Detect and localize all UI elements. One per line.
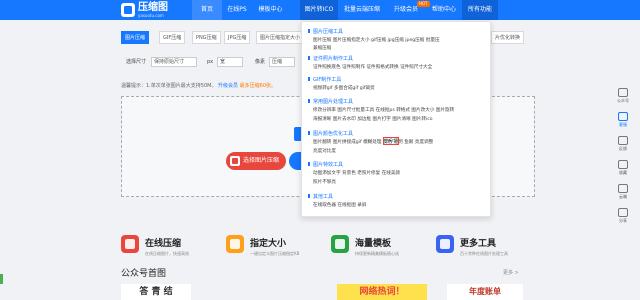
feature-title: 指定大小	[250, 239, 287, 249]
sidebar-label: 反馈	[619, 146, 627, 151]
group-title: 常用图片处理工具	[307, 99, 354, 105]
feature-target-size[interactable]: 指定大小 一键自定义图片压缩指定KB	[226, 227, 326, 265]
site-logo[interactable]: 压缩图 yasuotu.com	[121, 2, 183, 18]
feature-desc: 百十余种在线图片处理工具	[460, 251, 508, 256]
qrcode-icon	[618, 88, 628, 97]
notice-text: 温馨提示：1.单次单张图片最大支持50M。	[121, 83, 217, 89]
select-image-button[interactable]: 选择图片压缩	[226, 152, 286, 170]
feature-title: 海量模板	[355, 239, 392, 249]
headset-icon	[618, 112, 628, 121]
logo-domain: yasuotu.com	[138, 13, 164, 18]
sidebar-share[interactable]: 分享	[613, 208, 633, 224]
notice-tail: 最多压缩60张。	[239, 83, 277, 89]
vip-link[interactable]: 升级会员	[218, 83, 238, 89]
group-title: 证件照片制作工具	[307, 56, 354, 62]
thumb-2[interactable]: 网络热词！	[337, 284, 427, 300]
group-links[interactable]: 图片翻转 图片拼接成gif 模糊处理 反色 透明 鱼眼 亮度调整	[313, 139, 433, 145]
group-title: 图片压缩工具	[307, 29, 344, 35]
group-links[interactable]: 动图添加文字 背景色 老照片修复 在线美颜	[313, 170, 400, 176]
share-icon	[618, 208, 628, 217]
select-image-label: 选择图片压缩	[243, 157, 280, 164]
feature-desc: 一键自定义图片压缩指定KB	[250, 251, 300, 256]
highlighted-tool-link[interactable]: 拍分切	[383, 137, 399, 145]
group-links[interactable]: 兼缩压缩	[313, 45, 331, 51]
group-links[interactable]: 证件照换底色 证件照制作 证件照格式转换 证件照尺寸大全	[313, 64, 432, 70]
feature-desc: 持续更新精美模板随心选	[355, 251, 399, 256]
all-features-dropdown: 图片压缩工具 图片压缩 图片压缩指定大小 gif压缩 jpg压缩 jpeg压缩 …	[301, 21, 491, 217]
thumb-1[interactable]: 答 青 结	[121, 284, 191, 300]
feature-row: 在线压缩 在线压缩图片，快速高效 指定大小 一键自定义图片压缩指定KB 海量模板…	[0, 227, 640, 265]
group-links[interactable]: 视频转gif 多图合成gif gif裁剪	[313, 85, 375, 91]
logo-title: 压缩图	[138, 2, 168, 13]
template-icon	[331, 235, 349, 253]
group-title: 其他工具	[307, 194, 334, 200]
logo-icon	[121, 3, 135, 17]
sidebar-feedback[interactable]: 反馈	[613, 136, 633, 152]
group-links[interactable]: 海报清晰 图片去水印 加边框 图片打字 图片清晰 图片转ico	[313, 116, 433, 122]
compress-icon	[121, 235, 139, 253]
scrollbar-marker[interactable]	[0, 274, 3, 284]
section-title: 公众号首图	[121, 269, 167, 279]
group-links[interactable]: 在线取色器 在线抠图 录屏	[313, 202, 366, 208]
group-title: 图片颜色优化工具	[307, 131, 354, 137]
top-nav: 压缩图 yasuotu.com 首页 在线PS 模板中心 图片转ICO 批量云端…	[0, 0, 640, 20]
image-icon	[230, 156, 240, 166]
group-title: 图片特效工具	[307, 162, 344, 168]
cloud-icon	[618, 184, 628, 193]
group-links[interactable]: 图片压缩 图片压缩指定大小 gif压缩 jpg压缩 jpeg压缩 批量压	[313, 37, 440, 43]
feature-desc: 在线压缩图片，快速高效	[145, 251, 189, 256]
target-label: 选择尺寸	[126, 59, 147, 65]
thumb-3[interactable]: 年度账单	[447, 284, 523, 300]
group-title: GIF制作工具	[307, 77, 342, 83]
nav-all-features[interactable]: 所有功能	[462, 0, 498, 20]
sidebar-favorite[interactable]: 收藏	[613, 160, 633, 176]
group-links[interactable]: 照片不够亮	[313, 179, 336, 185]
nav-image-to-ico[interactable]: 图片转ICO	[300, 0, 338, 20]
group-links[interactable]: 修改分辨率 图片尺寸批量工具 在线抠ps 转格式 图片改大小 图片旋转	[313, 107, 454, 113]
sidebar-label: 分享	[619, 218, 627, 223]
tab-jpg-compress[interactable]: JPG压缩	[224, 31, 251, 44]
feature-templates[interactable]: 海量模板 持续更新精美模板随心选	[331, 227, 431, 265]
template-thumbs: 答 青 结 网络热词！ 年度账单	[121, 284, 523, 300]
tab-compress-size[interactable]: 图片压缩指定大小	[256, 31, 305, 44]
sidebar-cloud[interactable]: 云端	[613, 184, 633, 200]
star-icon	[618, 160, 628, 169]
sidebar-label: 公众号	[617, 98, 629, 103]
tab-png-compress[interactable]: PNG压缩	[192, 31, 221, 44]
tab-optimize[interactable]: 片优化转换	[491, 31, 525, 44]
compress-input[interactable]: 压缩	[269, 57, 295, 67]
group-links[interactable]: 亮度对比度	[313, 148, 336, 154]
feature-more-tools[interactable]: 更多工具 百十余种在线图片处理工具	[436, 227, 536, 265]
feature-title: 在线压缩	[145, 239, 182, 249]
nav-templates[interactable]: 模板中心	[252, 0, 289, 20]
width-input[interactable]: 宽	[217, 57, 243, 67]
px-label: px	[207, 59, 214, 65]
nav-online-ps[interactable]: 在线PS	[222, 0, 252, 20]
target-size-icon	[226, 235, 244, 253]
tools-icon	[436, 235, 454, 253]
nav-help[interactable]: 帮助中心	[426, 0, 462, 20]
nav-batch-compress[interactable]: 批量云端压缩	[340, 0, 384, 20]
edit-icon	[618, 136, 628, 145]
more-link[interactable]: 更多 >	[503, 269, 519, 276]
feature-online-compress[interactable]: 在线压缩 在线压缩图片，快速高效	[121, 227, 221, 265]
sidebar-label: 收藏	[619, 170, 627, 175]
sidebar-wechat[interactable]: 公众号	[613, 88, 633, 104]
tab-image-compress[interactable]: 图片压缩	[121, 31, 150, 44]
size-select[interactable]: 保持原始尺寸	[151, 57, 197, 67]
tab-gif-compress[interactable]: GIF压缩	[159, 31, 186, 44]
secondary-upload-button[interactable]	[289, 152, 301, 170]
sidebar-label: 客服	[619, 122, 627, 127]
feature-title: 更多工具	[460, 239, 497, 249]
nav-home[interactable]: 首页	[192, 0, 222, 20]
unit-label: 像素	[255, 59, 266, 65]
sidebar-service[interactable]: 客服	[613, 112, 633, 128]
sidebar-label: 云端	[619, 194, 627, 199]
